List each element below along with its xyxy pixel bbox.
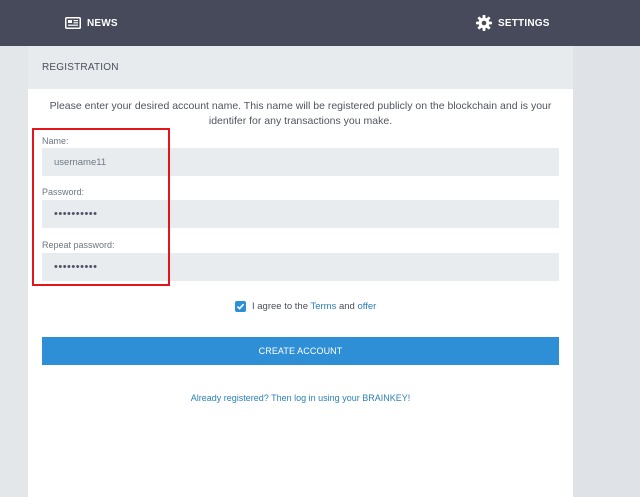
create-account-button[interactable]: CREATE ACCOUNT bbox=[42, 337, 559, 365]
panel-title: REGISTRATION bbox=[42, 62, 119, 73]
panel-header-extension bbox=[535, 46, 563, 89]
nav-settings[interactable]: SETTINGS bbox=[476, 14, 550, 32]
gear-icon bbox=[476, 15, 492, 31]
agree-and: and bbox=[338, 301, 355, 312]
page-background-right bbox=[573, 46, 640, 497]
brainkey-login-link[interactable]: Already registered? Then log in using yo… bbox=[42, 393, 559, 403]
repeat-password-label: Repeat password: bbox=[42, 240, 115, 250]
nav-news-label: NEWS bbox=[87, 17, 118, 29]
intro-text: Please enter your desired account name. … bbox=[49, 100, 552, 127]
offer-link[interactable]: offer bbox=[357, 301, 376, 312]
newspaper-icon bbox=[65, 17, 81, 29]
password-label: Password: bbox=[42, 187, 85, 197]
agree-row: I agree to the Terms and offer bbox=[235, 301, 376, 312]
terms-link[interactable]: Terms bbox=[310, 301, 336, 312]
name-label: Name: bbox=[42, 136, 69, 146]
password-field[interactable] bbox=[42, 200, 559, 228]
panel-header: REGISTRATION bbox=[28, 46, 573, 89]
nav-settings-label: SETTINGS bbox=[498, 17, 550, 29]
top-navbar: NEWS SETTINGS bbox=[0, 0, 640, 46]
agree-text: I agree to the Terms and offer bbox=[252, 301, 376, 312]
name-field[interactable] bbox=[42, 148, 559, 176]
agree-checkbox[interactable] bbox=[235, 301, 246, 312]
repeat-password-field[interactable] bbox=[42, 253, 559, 281]
nav-news[interactable]: NEWS bbox=[65, 14, 118, 32]
checkmark-icon bbox=[236, 303, 245, 310]
agree-prefix: I agree to the bbox=[252, 301, 308, 312]
